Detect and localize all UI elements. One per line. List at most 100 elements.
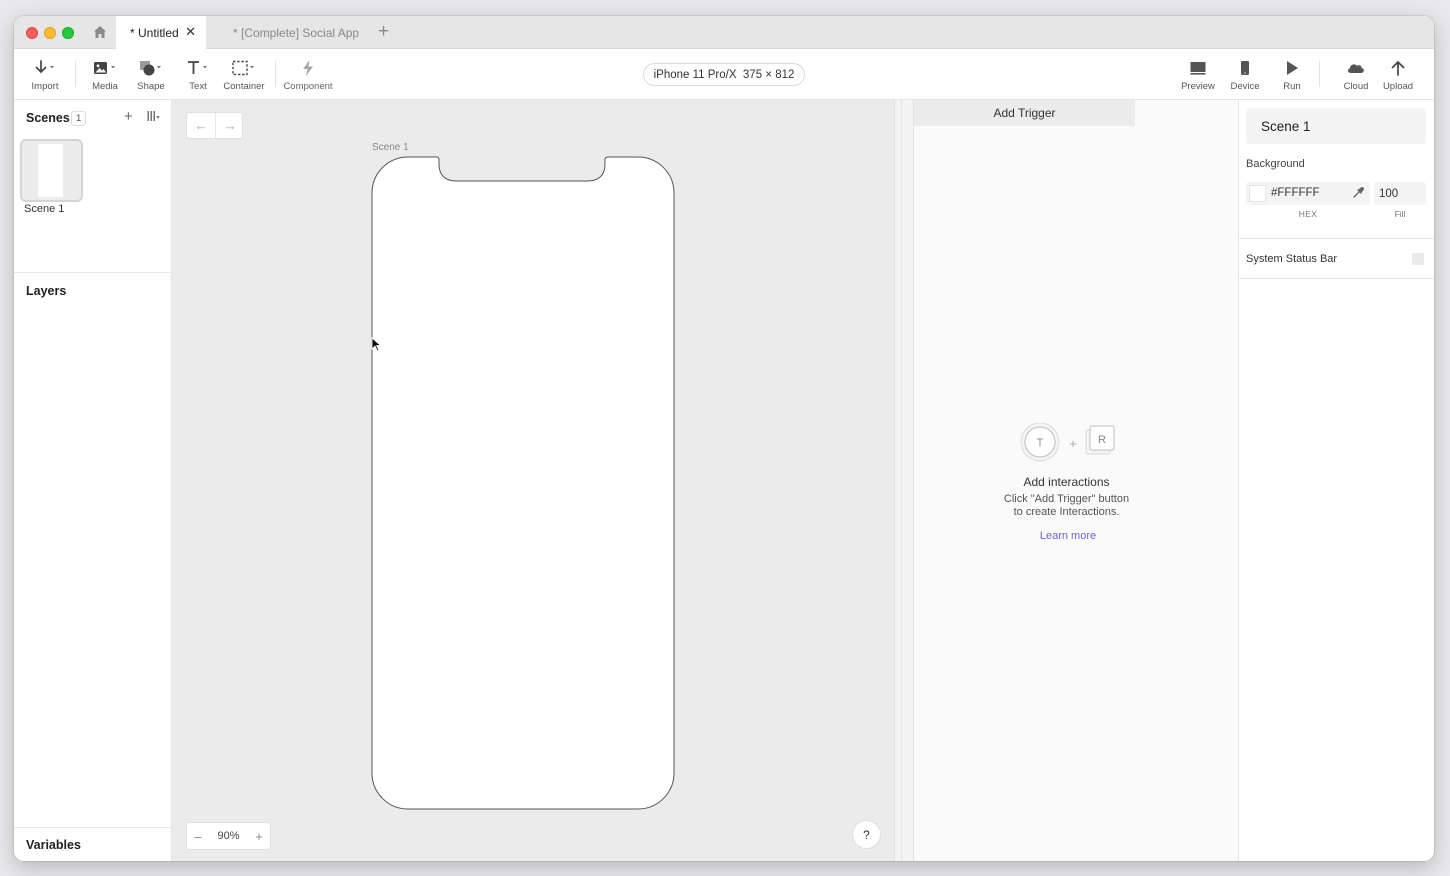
scenes-count-badge: 1 [71,111,87,126]
panel-divider [14,827,172,828]
device-selector[interactable]: iPhone 11 Pro/X 375 × 812 [643,63,805,86]
window-close-button[interactable] [26,27,38,39]
empty-state-title: Add interactions [1023,475,1110,489]
interaction-plus: + [1069,436,1077,451]
hex-value: #FFFFFF [1271,187,1320,199]
learn-more-link[interactable]: Learn more [914,530,1222,542]
toolbar-divider [75,61,76,87]
layers-title: Layers [26,284,67,298]
tab-social-app-label: * [Complete] Social App [233,25,360,40]
shape-icon [140,61,161,76]
component-label: Component [283,81,333,92]
toolbar-divider [1319,61,1320,87]
text-label: Text [189,81,207,92]
design-canvas[interactable]: ← → Scene 1 – 90% + ? [172,100,894,861]
zoom-in-button[interactable]: + [248,829,270,844]
toolbar-divider [275,61,276,87]
container-icon [232,60,254,76]
text-button[interactable]: Text [186,57,210,97]
close-tab-icon[interactable]: ✕ [185,25,196,38]
phone-artboard[interactable] [371,156,675,810]
window-minimize-button[interactable] [44,27,56,39]
forward-arrow-icon[interactable]: → [216,113,244,138]
preview-button[interactable]: Preview [1181,57,1215,97]
scenes-title: Scenes [26,111,70,125]
scene-sort-icon[interactable] [147,110,161,122]
panel-splitter[interactable] [894,100,914,861]
variables-title[interactable]: Variables [26,838,81,852]
new-tab-icon[interactable]: + [378,22,389,42]
device-button[interactable]: Device [1229,57,1261,97]
empty-state-line-2: to create Interactions. [1013,506,1120,518]
interactions-panel: Add Trigger T + R Add interactions Click… [914,100,1239,861]
empty-state-description: Click "Add Trigger" button to create Int… [914,493,1219,519]
preview-label: Preview [1181,81,1215,92]
preview-icon [1190,62,1206,75]
cloud-label: Cloud [1343,81,1369,92]
zoom-out-button[interactable]: – [187,829,209,844]
panel-divider [14,272,172,273]
import-label: Import [31,81,59,92]
phone-icon [1241,61,1249,75]
import-button[interactable]: Import [32,57,58,97]
status-bar-label: System Status Bar [1246,253,1338,265]
cloud-icon [1348,64,1364,73]
home-icon[interactable] [93,25,107,39]
window-zoom-button[interactable] [62,27,74,39]
properties-panel: Scene 1 Background #FFFFFF 100 HEX Fill … [1239,100,1434,861]
fill-opacity-field[interactable]: 100 [1374,182,1426,205]
props-divider [1239,238,1434,239]
scene-thumbnail-label: Scene 1 [24,203,65,215]
tab-social-app[interactable]: * [Complete] Social App [219,16,369,49]
app-window: * Untitled ✕ * [Complete] Social App + I… [14,16,1434,861]
add-scene-icon[interactable]: + [124,108,133,125]
help-button[interactable]: ? [852,820,881,849]
scene-thumbnail-preview [38,144,63,197]
tab-untitled[interactable]: * Untitled ✕ [116,16,206,49]
image-icon [94,62,115,74]
tab-bar: * Untitled ✕ * [Complete] Social App + [14,16,1434,49]
tab-untitled-label: * Untitled [130,25,179,40]
device-label: Device [1230,81,1260,92]
text-icon [188,61,207,74]
trigger-letter: T [1037,437,1044,449]
import-icon [35,60,54,74]
splitter-line [901,100,902,861]
response-letter: R [1098,434,1106,446]
shape-label: Shape [137,81,165,92]
upload-button[interactable]: Upload [1382,57,1414,97]
upload-arrow-icon [1391,60,1405,76]
scene-name-field[interactable]: Scene 1 [1246,108,1426,144]
mouse-cursor-icon [371,337,382,352]
media-button[interactable]: Media [91,57,119,97]
artboard-label: Scene 1 [372,142,409,153]
run-button[interactable]: Run [1280,57,1304,97]
upload-label: Upload [1382,81,1414,92]
eyedropper-icon[interactable] [1352,187,1364,199]
play-icon [1287,61,1298,75]
component-button[interactable]: Component [282,57,334,97]
background-label: Background [1246,158,1305,170]
shape-button[interactable]: Shape [137,57,165,97]
back-arrow-icon[interactable]: ← [187,113,215,138]
container-button[interactable]: Container [223,57,265,97]
status-bar-checkbox[interactable] [1412,253,1424,265]
hex-color-field[interactable]: #FFFFFF [1246,182,1370,205]
trigger-response-illustration: T + R [1020,423,1115,462]
left-panel: Scenes 1 + Scene 1 Layers Variables [14,100,172,861]
lightning-icon [303,60,313,76]
zoom-control: – 90% + [186,822,271,850]
history-nav: ← → [186,112,243,139]
run-label: Run [1283,81,1301,92]
zoom-level[interactable]: 90% [209,830,248,842]
toolbar: Import Media Shape Text Container Compon… [14,49,1434,100]
container-label: Container [223,81,265,92]
empty-state-line-1: Click "Add Trigger" button [1003,493,1130,505]
scene-thumbnail[interactable] [20,139,83,202]
media-label: Media [92,81,118,92]
color-swatch[interactable] [1249,185,1266,202]
add-trigger-button[interactable]: Add Trigger [914,100,1135,126]
hex-caption: HEX [1298,209,1318,219]
props-divider [1239,278,1434,279]
cloud-button[interactable]: Cloud [1342,57,1370,97]
